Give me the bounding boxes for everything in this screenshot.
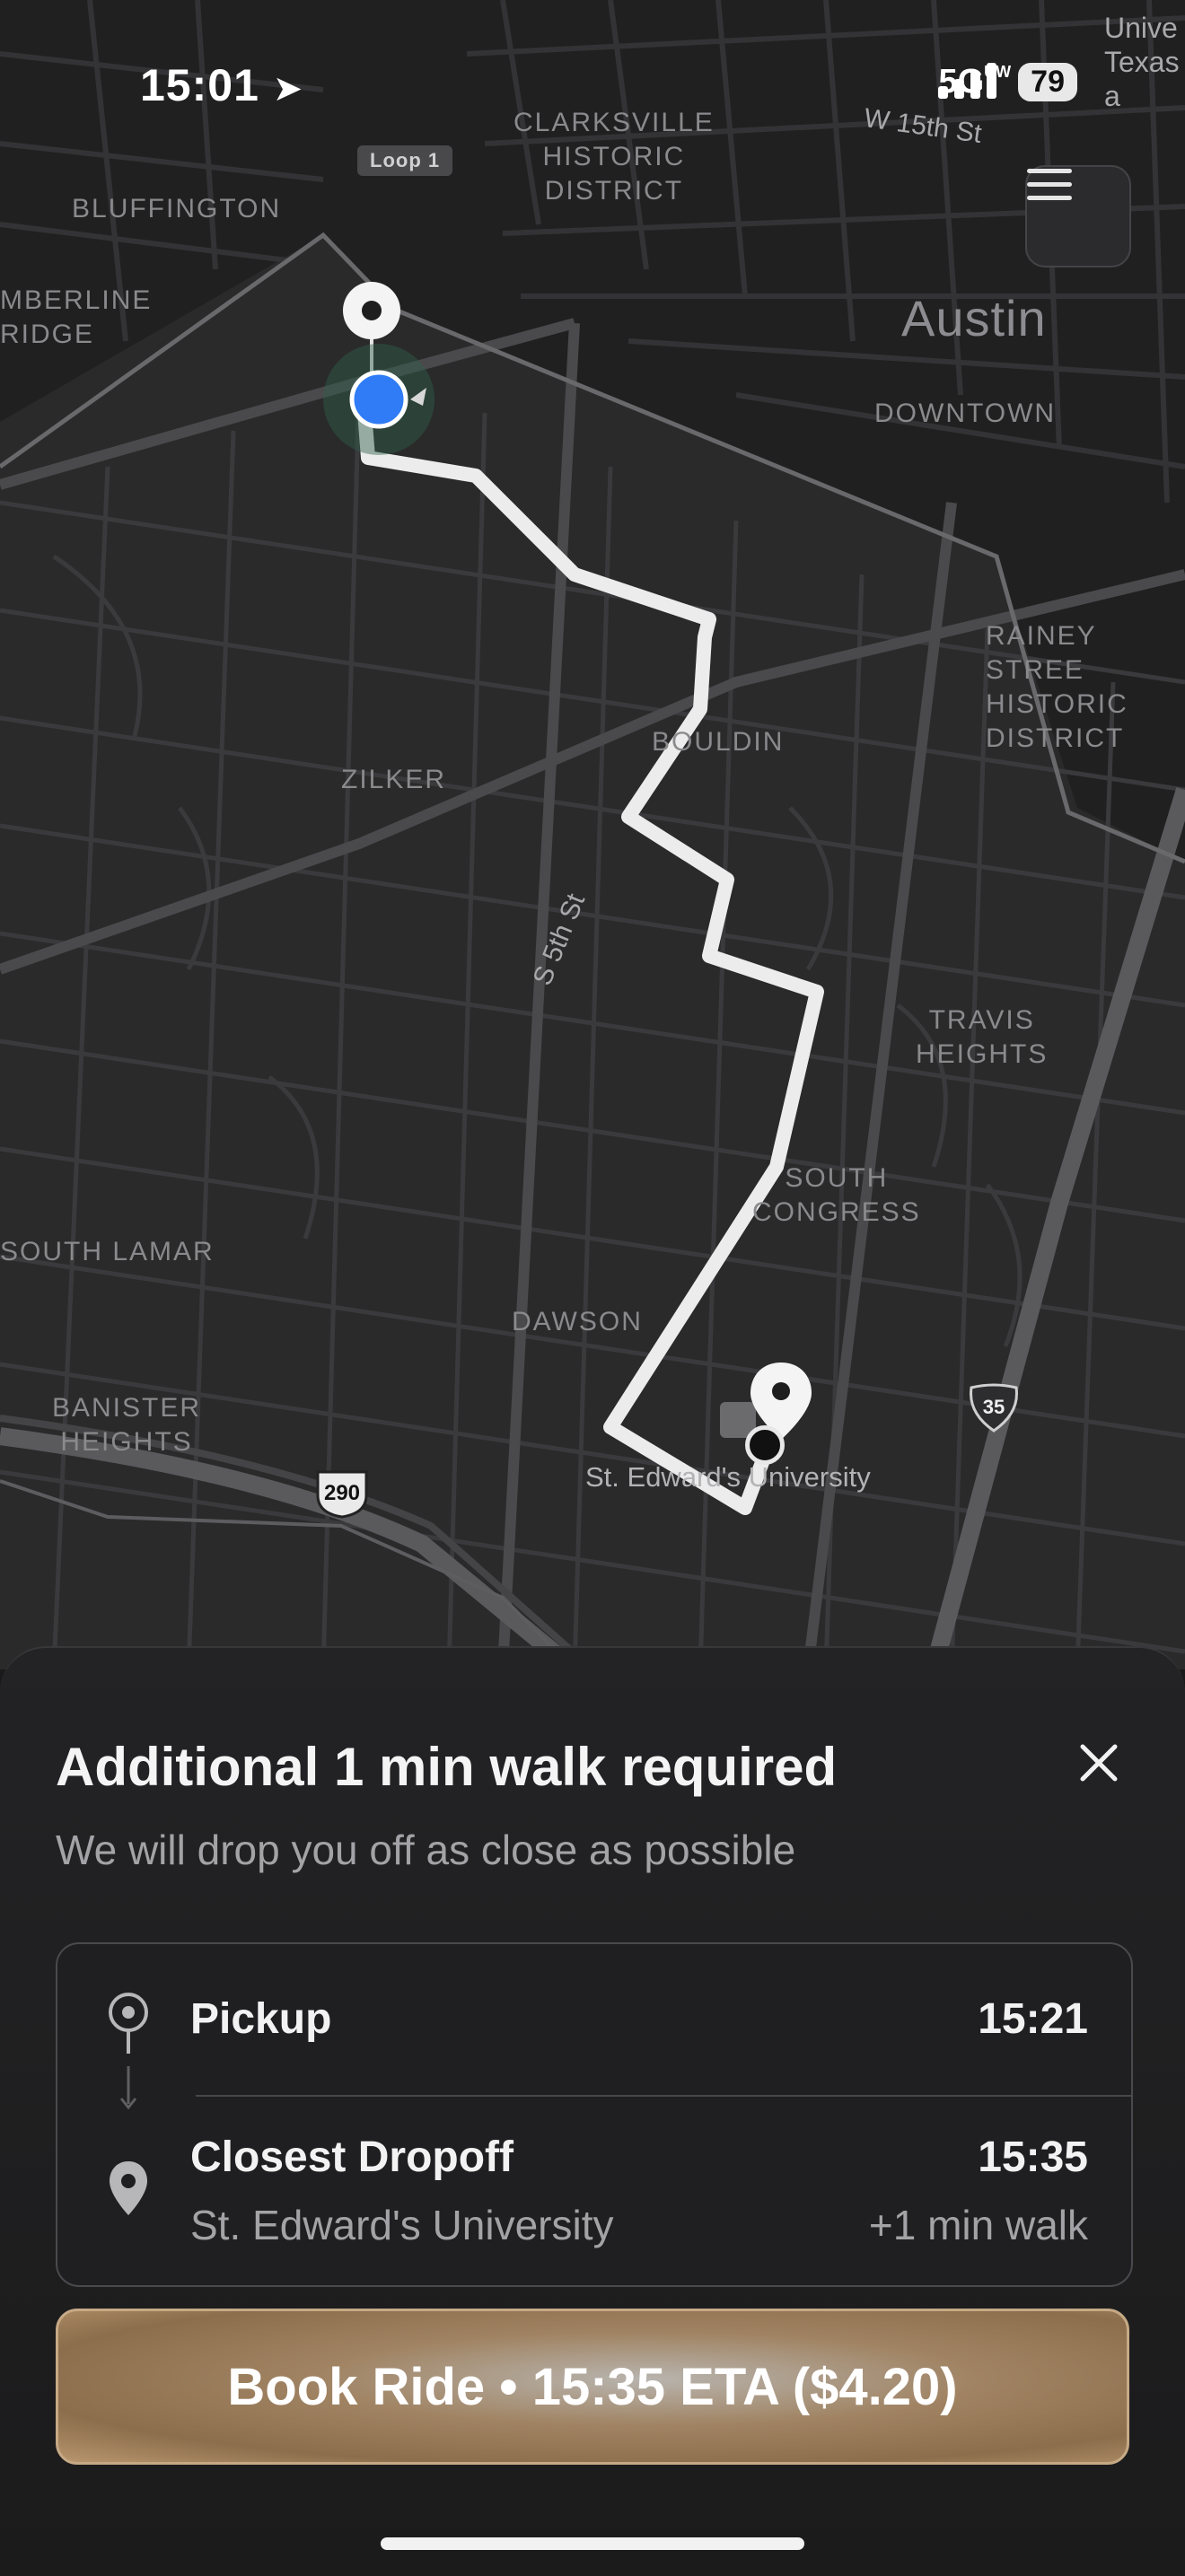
dropoff-place: St. Edward's University [190,2202,614,2248]
map-label-st-edwards: St. Edward's University [585,1461,871,1493]
dropoff-location-icon [110,2161,147,2215]
trip-card: Pickup 15:21 Closest Dropoff 15:35 St. E… [56,1942,1133,2287]
book-ride-button[interactable]: Book Ride • 15:35 ETA ($4.20) [56,2309,1129,2465]
map-label-travis: TRAVIS HEIGHTS [916,1005,1049,1069]
close-icon [1080,1744,1118,1782]
pickup-pin-icon [109,1993,148,2110]
location-arrow-icon: ➤ [272,69,304,109]
map-label-dawson: DAWSON [512,1307,643,1336]
map-label-south-congress: SOUTH CONGRESS [752,1163,921,1227]
status-time: 15:01 ➤ [140,60,304,110]
sheet-subtitle: We will drop you off as close as possibl… [56,1827,796,1873]
map-label-zilker: ZILKER [341,765,447,794]
map-label-austin: Austin [901,290,1047,346]
card-divider [196,2095,1131,2097]
status-icons: 5GUW 79 [938,63,1077,101]
map-label-bluffington: BLUFFINGTON [72,194,282,223]
map-label-banister: BANISTER HEIGHTS [52,1393,202,1457]
battery-indicator: 79 [1018,63,1077,101]
current-location-icon [323,344,434,455]
menu-icon [1027,169,1072,200]
map-label-downtown: DOWNTOWN [874,399,1057,428]
map-view[interactable]: Unive Texas a CLARKSVILLE HISTORIC DISTR… [0,0,1185,1669]
walk-note: +1 min walk [868,2202,1088,2248]
pickup-label: Pickup [190,1995,332,2043]
map-label-rainey: RAINEY STREE HISTORIC DISTRICT [986,621,1128,753]
i35-shield: 35 [966,1382,1022,1433]
map-label-clarksville: CLARKSVILLE HISTORIC DISTRICT [514,108,715,206]
map-label-timberline: MBERLINE RIDGE [0,285,153,349]
loop1-shield: Loop 1 [357,145,453,176]
signal-icon [938,63,997,99]
dropoff-point [745,1425,785,1465]
close-button[interactable] [1072,1736,1126,1790]
menu-button[interactable] [1025,165,1131,267]
map-label-university: Unive Texas a [1104,12,1180,112]
dropoff-time: 15:35 [978,2134,1088,2181]
map-label-south-lamar: SOUTH LAMAR [0,1237,215,1266]
home-indicator[interactable] [381,2537,804,2550]
sheet-title: Additional 1 min walk required [56,1737,838,1797]
dropoff-label: Closest Dropoff [190,2134,514,2181]
ride-sheet: Additional 1 min walk required We will d… [0,1646,1185,2576]
hwy-290-shield: 290 [314,1468,370,1519]
pickup-time: 15:21 [978,1995,1088,2043]
map-label-bouldin: BOULDIN [652,727,785,757]
